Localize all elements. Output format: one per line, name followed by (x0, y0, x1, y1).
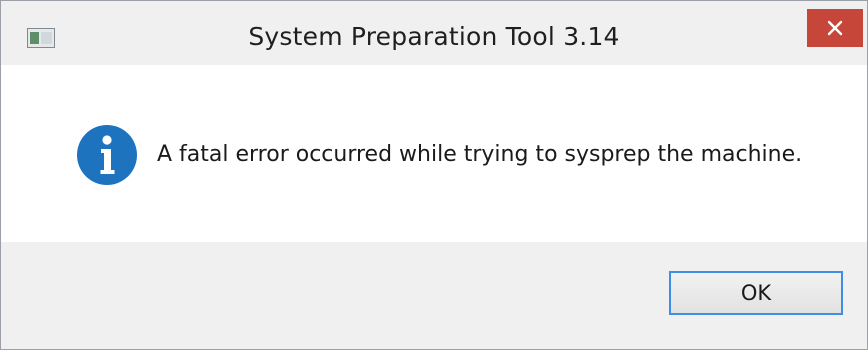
window-title: System Preparation Tool 3.14 (248, 22, 620, 51)
close-button[interactable] (807, 9, 863, 47)
button-bar: OK (1, 242, 867, 349)
ok-button[interactable]: OK (669, 271, 843, 315)
dialog-window: System Preparation Tool 3.14 A fatal err… (0, 0, 868, 350)
error-message: A fatal error occurred while trying to s… (157, 142, 803, 167)
title-bar[interactable]: System Preparation Tool 3.14 (1, 1, 867, 65)
info-icon (77, 125, 137, 185)
close-icon (827, 20, 843, 36)
dialog-content: A fatal error occurred while trying to s… (1, 65, 867, 242)
